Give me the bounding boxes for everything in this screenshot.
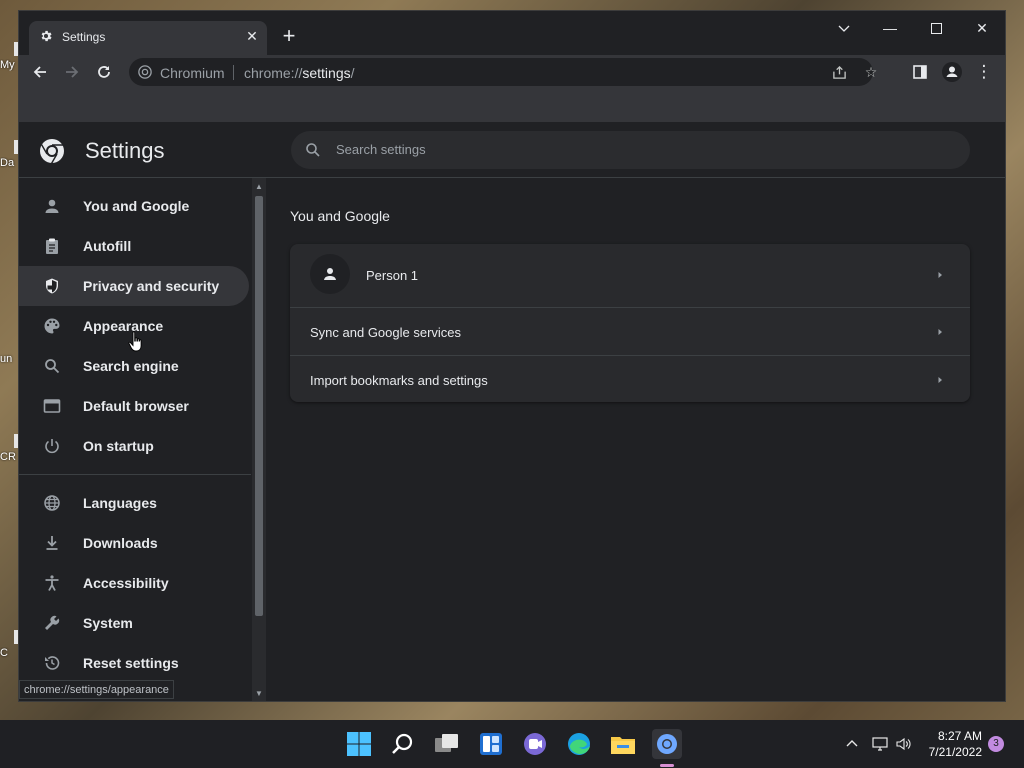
site-label: Chromium [160, 65, 225, 81]
url-text[interactable]: chrome://settings/ [244, 65, 355, 81]
tab-search-chevron-icon[interactable] [821, 13, 867, 43]
sidebar-item-downloads[interactable]: Downloads [19, 523, 249, 563]
reload-button[interactable] [91, 59, 117, 85]
chevron-right-icon [938, 272, 942, 278]
palette-icon [44, 318, 60, 334]
sidebar-item-default-browser[interactable]: Default browser [19, 386, 249, 426]
restore-icon [45, 656, 60, 670]
forward-button[interactable] [59, 59, 85, 85]
person-row[interactable]: Person 1 [290, 244, 970, 307]
sidebar-item-languages[interactable]: Languages [19, 483, 249, 523]
minimize-button[interactable]: — [867, 13, 913, 43]
scroll-down-arrow-icon[interactable]: ▼ [252, 687, 266, 701]
you-and-google-card: Person 1 Sync and Google services Import… [290, 244, 970, 402]
browser-icon [43, 399, 61, 413]
search-icon [306, 143, 320, 157]
desktop-icon-label[interactable]: CR [0, 451, 18, 463]
desktop-icon-label[interactable]: Da [0, 157, 18, 169]
desktop-icon-label[interactable]: un [0, 353, 18, 365]
side-panel-icon[interactable] [907, 59, 933, 85]
edge-icon[interactable] [564, 729, 594, 759]
bookmark-star-icon[interactable]: ☆ [861, 62, 881, 82]
sidebar-item-on-startup[interactable]: On startup [19, 426, 249, 466]
profile-icon[interactable] [939, 59, 965, 85]
tab-settings[interactable]: Settings ✕ [29, 21, 267, 55]
search-icon[interactable] [388, 729, 418, 759]
show-hidden-icons-chevron-icon[interactable] [841, 734, 863, 754]
sidebar-item-privacy-and-security[interactable]: Privacy and security [19, 266, 249, 306]
power-icon [45, 439, 59, 454]
clock-date: 7/21/2022 [928, 745, 982, 759]
settings-header: Settings Search settings [19, 122, 1005, 178]
sync-label: Sync and Google services [310, 325, 462, 340]
chevron-right-icon [938, 377, 942, 383]
address-bar[interactable]: Chromium chrome://settings/ ☆ [129, 58, 877, 86]
scroll-up-arrow-icon[interactable]: ▲ [252, 180, 266, 194]
task-view-icon[interactable] [432, 729, 462, 759]
close-window-button[interactable]: ✕ [959, 13, 1005, 43]
network-icon[interactable] [869, 734, 891, 754]
clipboard-icon [46, 238, 58, 254]
notification-badge[interactable]: 3 [988, 736, 1004, 752]
omnibox-divider [233, 65, 234, 80]
clock-time: 8:27 AM [937, 729, 982, 743]
section-title: You and Google [290, 208, 390, 224]
sidebar-item-accessibility[interactable]: Accessibility [19, 563, 249, 603]
sidebar-item-autofill[interactable]: Autofill [19, 226, 249, 266]
sidebar-item-you-and-google[interactable]: You and Google [19, 186, 249, 226]
page-title: Settings [85, 138, 165, 163]
shield-icon [46, 278, 58, 294]
file-explorer-icon[interactable] [608, 729, 638, 759]
hand-cursor-icon [128, 331, 142, 352]
bookmarks-bar [19, 89, 1005, 122]
sidebar-item-system[interactable]: System [19, 603, 249, 643]
close-tab-icon[interactable]: ✕ [243, 27, 261, 45]
taskbar-clock[interactable]: 8:27 AM 7/21/2022 [922, 728, 982, 760]
maximize-button[interactable] [913, 13, 959, 43]
gear-icon [41, 30, 52, 42]
back-button[interactable] [27, 59, 53, 85]
desktop-icon-label[interactable]: C [0, 647, 18, 659]
widgets-icon[interactable] [476, 729, 506, 759]
toolbar: Chromium chrome://settings/ ☆ ⋮ [19, 55, 1005, 89]
settings-page: Settings Search settings You and Google … [19, 122, 1005, 701]
globe-icon [44, 495, 60, 511]
settings-main: You and Google Person 1 Sync and Google … [269, 178, 1005, 701]
chromium-logo-icon [138, 65, 152, 79]
active-app-indicator [660, 764, 674, 767]
status-bubble: chrome://settings/appearance [19, 680, 174, 699]
browser-window: Settings ✕ + — ✕ Chromium chrome://setti… [18, 10, 1006, 702]
tab-title: Settings [62, 30, 106, 44]
import-label: Import bookmarks and settings [310, 373, 488, 388]
avatar [310, 254, 350, 294]
menu-kebab-icon[interactable]: ⋮ [971, 59, 997, 85]
teams-chat-icon[interactable] [520, 729, 550, 759]
start-windows-icon[interactable] [344, 729, 374, 759]
taskbar: 8:27 AM 7/21/2022 3 [0, 720, 1024, 768]
sidebar-scrollbar[interactable]: ▲ ▼ [252, 178, 266, 701]
wrench-icon [45, 615, 60, 630]
sync-row[interactable]: Sync and Google services [290, 307, 970, 355]
chevron-right-icon [938, 329, 942, 335]
chromium-taskbar-icon[interactable] [652, 729, 682, 759]
search-icon [45, 359, 60, 374]
tab-strip: Settings ✕ + — ✕ [19, 11, 1005, 55]
sidebar-divider [19, 474, 251, 475]
download-icon [46, 536, 58, 550]
search-placeholder: Search settings [336, 142, 426, 157]
sidebar-item-reset-settings[interactable]: Reset settings [19, 643, 249, 683]
scrollbar-thumb[interactable] [255, 196, 263, 616]
volume-icon[interactable] [893, 734, 915, 754]
search-input[interactable]: Search settings [291, 131, 970, 169]
settings-sidebar: You and Google Autofill Privacy and secu… [19, 178, 269, 701]
person-label: Person 1 [366, 268, 419, 283]
desktop-icon-label[interactable]: My [0, 59, 18, 71]
chromium-logo-icon [40, 139, 64, 164]
accessibility-icon [45, 575, 59, 591]
new-tab-button[interactable]: + [277, 25, 301, 49]
import-row[interactable]: Import bookmarks and settings [290, 355, 970, 402]
share-icon[interactable] [829, 62, 849, 82]
person-icon [45, 199, 59, 213]
